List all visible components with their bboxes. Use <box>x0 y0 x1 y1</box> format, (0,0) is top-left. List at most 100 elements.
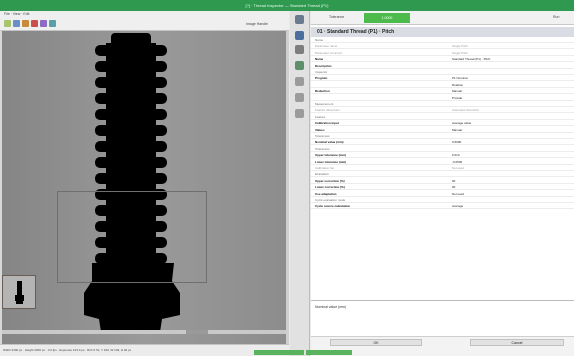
property-row[interactable]: Lower tolerance (mm) -0.0500 <box>311 160 574 165</box>
property-row[interactable]: Feature dimension Automatic threshold <box>311 108 574 114</box>
roi-rectangle[interactable] <box>57 191 207 283</box>
property-value[interactable]: Standard Thread (P1) · Pitch <box>452 57 490 62</box>
property-row[interactable]: Parameter comment Single Pitch <box>311 51 574 56</box>
property-label: Name <box>315 57 324 62</box>
zoom-label: Image Handle <box>246 22 268 26</box>
property-value[interactable]: Automatic threshold <box>452 108 479 113</box>
property-label: Upper correction (%) <box>315 178 345 183</box>
grid-icon[interactable] <box>49 20 56 27</box>
property-label: Calibration fac <box>315 166 335 170</box>
property-value[interactable]: Average <box>452 204 463 209</box>
property-row[interactable]: Parameter name Single Pitch <box>311 44 574 50</box>
property-value[interactable]: P1 Nominal <box>452 76 468 81</box>
thumbnail-image <box>15 281 24 304</box>
property-label: Program <box>315 76 328 81</box>
run-button[interactable]: Run <box>553 15 559 19</box>
property-label: Parameter name <box>315 44 338 49</box>
ok-button[interactable]: OK <box>330 339 422 346</box>
progress-segment <box>306 350 352 355</box>
gear-icon[interactable] <box>295 15 304 24</box>
divider <box>311 300 574 301</box>
overview-thumbnail[interactable] <box>2 275 36 309</box>
property-label: Description <box>315 63 332 68</box>
cancel-button[interactable]: Cancel <box>470 339 564 346</box>
property-value[interactable]: Single Pitch <box>452 44 468 49</box>
property-row[interactable]: Name <box>311 38 574 43</box>
property-value[interactable]: Rotation <box>452 83 463 88</box>
image-toolbar: File · View · Edit Image Handle <box>0 11 289 31</box>
menu-label[interactable]: File · View · Edit <box>4 12 29 16</box>
property-grid: Name Parameter name Single Pitch Parameter … <box>311 38 574 300</box>
property-label: Tolerances <box>315 146 330 151</box>
property-row[interactable]: Feature <box>311 115 574 120</box>
tool-rail <box>290 11 310 356</box>
progress-segment <box>254 350 304 355</box>
property-row[interactable]: Description <box>311 64 574 69</box>
measure-icon[interactable] <box>295 61 304 70</box>
property-value[interactable]: Single Pitch <box>452 51 468 56</box>
property-label: Lower tolerance (mm) <box>315 159 347 164</box>
property-value[interactable]: Not used <box>452 192 464 197</box>
record-icon[interactable] <box>31 20 38 27</box>
open-icon[interactable] <box>4 20 11 27</box>
property-value[interactable]: -0.0500 <box>452 160 462 165</box>
property-value[interactable]: 90 <box>452 179 455 184</box>
property-row[interactable]: Upper correction (%) 90 <box>311 179 574 184</box>
property-row[interactable]: Measurement <box>311 102 574 107</box>
property-value[interactable]: Average value <box>452 121 471 126</box>
property-row[interactable]: Evaluation <box>311 172 574 178</box>
property-label: Evaluation <box>315 172 330 177</box>
property-row[interactable]: Lower correction (%) 90 <box>311 185 574 191</box>
properties-header: Tolerance Run <box>311 11 574 25</box>
property-label: Inspector <box>315 70 328 74</box>
property-row[interactable]: Values Manual <box>311 128 574 133</box>
image-vertical-scrollbar[interactable] <box>286 31 289 344</box>
property-label: Calibration input <box>315 121 339 126</box>
property-label: Measurement <box>315 102 334 106</box>
property-row[interactable]: Calibration input Average value <box>311 121 574 127</box>
property-row[interactable]: Reduction Manual <box>311 89 574 95</box>
description-label: Nominal value (mm) <box>315 305 347 309</box>
property-value[interactable]: Not used <box>452 166 464 171</box>
property-label: Reduction <box>315 89 330 94</box>
property-label: Tolerances <box>315 134 330 138</box>
property-label: Cycle source calculation <box>315 204 351 209</box>
grid-icon[interactable] <box>295 93 304 102</box>
save-icon[interactable] <box>13 20 20 27</box>
adjust-icon[interactable] <box>295 45 304 54</box>
property-label: Feature dimension <box>315 108 340 113</box>
property-value[interactable]: Manual <box>452 128 462 133</box>
property-value[interactable]: 90 <box>452 185 455 190</box>
property-row[interactable]: Cycle source calculation Average <box>311 204 574 210</box>
property-value[interactable]: 0.010 <box>452 153 460 158</box>
window-title: [?] · Thread Inspector — Standard Thread… <box>0 0 574 11</box>
property-value[interactable]: 0.5000 <box>452 140 461 145</box>
property-row[interactable]: Name Standard Thread (P1) · Pitch <box>311 57 574 63</box>
image-status-text: Width 2400 px · Height 2000 px · 0.0 fps… <box>3 348 132 352</box>
property-row[interactable]: Provide <box>311 96 574 101</box>
snapshot-icon[interactable] <box>22 20 29 27</box>
image-horizontal-scrollbar[interactable] <box>2 330 286 334</box>
property-value[interactable]: Provide <box>452 96 462 101</box>
property-row[interactable]: Cycle evaluation mode <box>311 198 574 203</box>
property-row[interactable]: Program P1 Nominal <box>311 76 574 82</box>
property-value[interactable]: Manual <box>452 89 462 94</box>
tolerance-label: Tolerance <box>329 15 345 19</box>
property-label: Cycle evaluation mode <box>315 198 346 202</box>
zoom-icon[interactable] <box>40 20 47 27</box>
link-icon[interactable] <box>295 109 304 118</box>
horizontal-scroll-thumb[interactable] <box>186 330 208 334</box>
camera-image[interactable] <box>2 31 289 344</box>
image-status-bar: Width 2400 px · Height 2000 px · 0.0 fps… <box>0 344 289 356</box>
property-row[interactable]: Use adaptation Not used <box>311 192 574 197</box>
property-row[interactable]: Calibration fac Not used <box>311 166 574 171</box>
property-row[interactable]: Rotation <box>311 83 574 88</box>
property-row[interactable]: Upper tolerance (mm) 0.010 <box>311 153 574 159</box>
list-icon[interactable] <box>295 77 304 86</box>
property-label: Nominal value (mm) <box>315 140 344 145</box>
property-row[interactable]: Tolerances <box>311 147 574 152</box>
property-row[interactable]: Tolerances <box>311 134 574 139</box>
plus-icon[interactable] <box>295 31 304 40</box>
property-row[interactable]: Nominal value (mm) 0.5000 <box>311 140 574 146</box>
property-row[interactable]: Inspector <box>311 70 574 75</box>
